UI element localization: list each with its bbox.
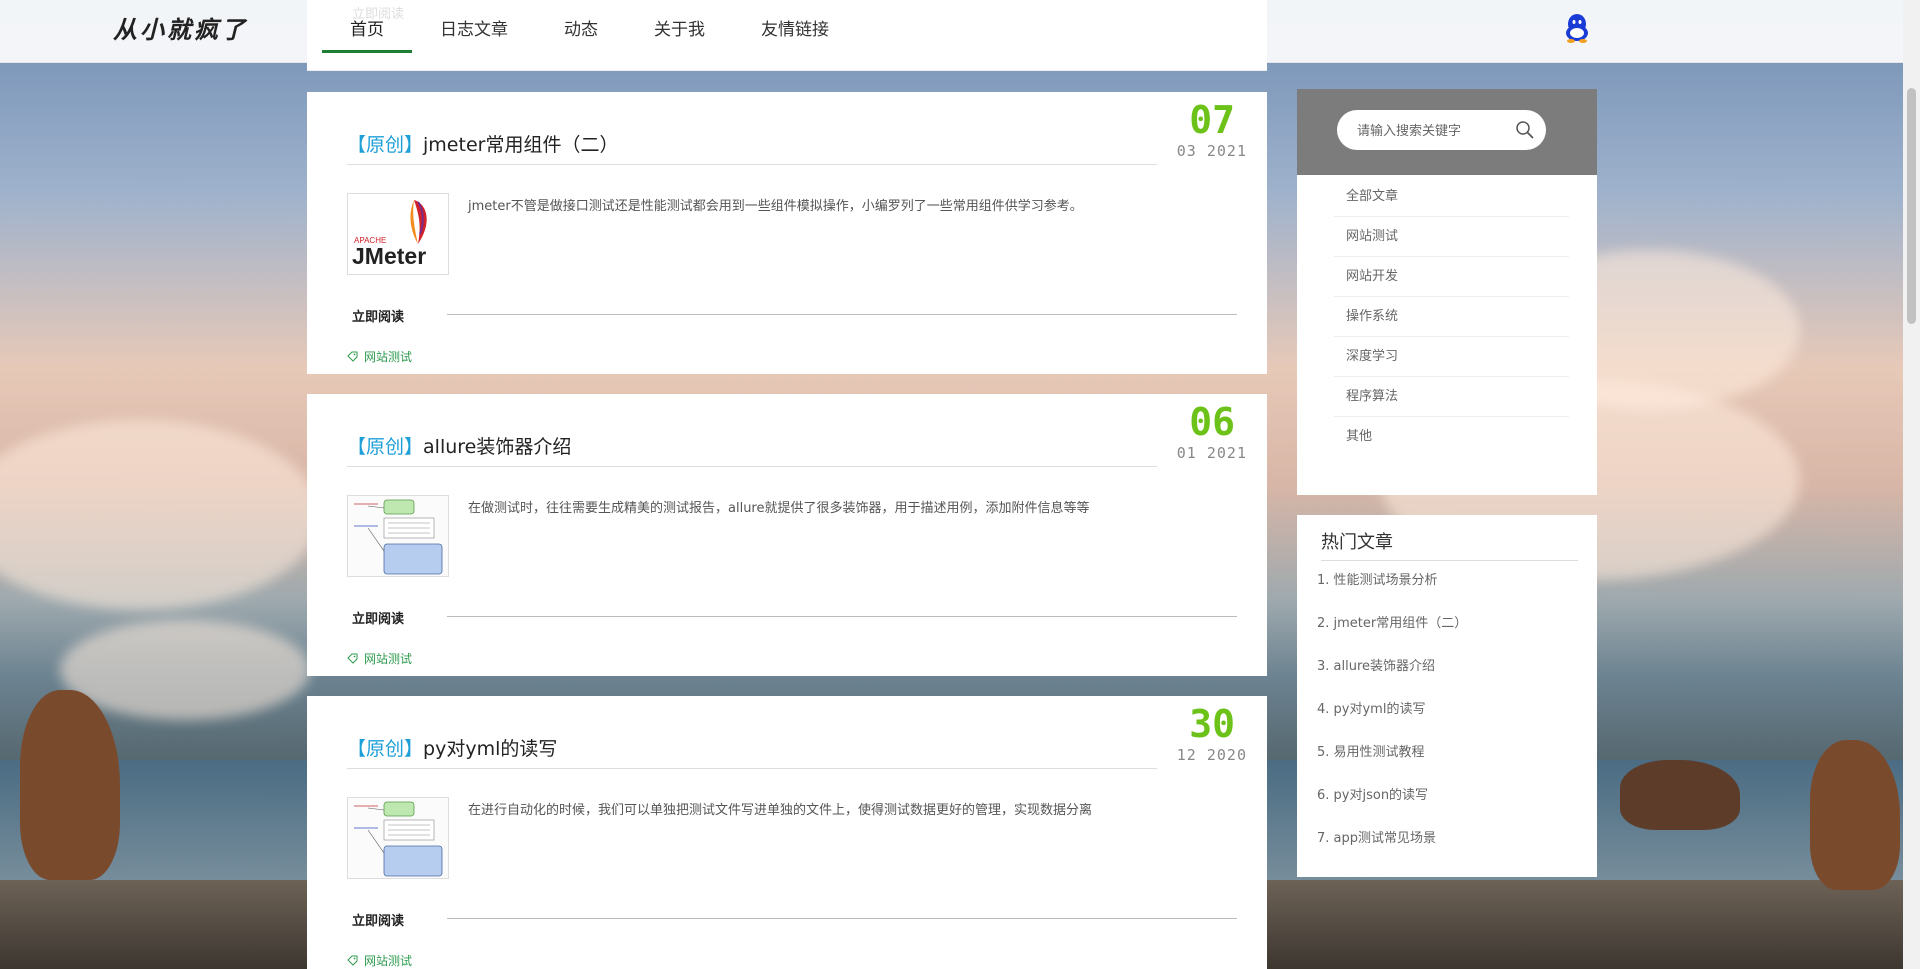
diagram-thumbnail-icon — [348, 798, 448, 878]
nav-item-articles[interactable]: 日志文章 — [412, 0, 536, 53]
post-title[interactable]: 【原创】allure装饰器介绍 — [347, 432, 1157, 467]
page-scrollbar[interactable] — [1903, 0, 1920, 969]
tag-icon — [347, 351, 358, 362]
read-more-link[interactable]: 立即阅读 — [352, 306, 404, 325]
post-category-label[interactable]: 网站测试 — [364, 348, 412, 365]
post-title-text[interactable]: py对yml的读写 — [423, 738, 557, 760]
post-title[interactable]: 【原创】py对yml的读写 — [347, 734, 1157, 769]
post-thumbnail[interactable] — [347, 797, 449, 879]
post-title-text[interactable]: jmeter常用组件（二） — [423, 134, 618, 156]
post-date-day: 06 — [1189, 400, 1235, 444]
main-nav: 立即阅读 首页 日志文章 动态 关于我 友情链接 — [307, 0, 1267, 71]
post-date-month-year: 03 2021 — [1176, 142, 1247, 160]
category-list: 全部文章 网站测试 网站开发 操作系统 深度学习 程序算法 其他 — [1297, 177, 1597, 457]
nav-item-links[interactable]: 友情链接 — [733, 0, 857, 53]
tag-icon — [347, 653, 358, 664]
post-excerpt: 在进行自动化的时候，我们可以单独把测试文件写进单独的文件上，使得测试数据更好的管… — [468, 803, 1093, 818]
diagram-thumbnail-icon — [348, 496, 448, 576]
post-card: 【原创】allure装饰器介绍 06 01 2021 在做测试时，往往需要生成精… — [307, 394, 1267, 676]
jmeter-logo-icon: APACHE JMeter — [352, 200, 427, 269]
post-category-tag[interactable]: 网站测试 — [347, 348, 412, 365]
post-title-text[interactable]: allure装饰器介绍 — [423, 436, 571, 458]
post-card: 【原创】jmeter常用组件（二） 07 03 2021 APACHE JMet… — [307, 92, 1267, 374]
hot-post-item[interactable]: 1. 性能测试场景分析 — [1317, 573, 1467, 616]
site-logo[interactable]: 从小就疯了 — [113, 10, 248, 45]
read-more-link[interactable]: 立即阅读 — [352, 608, 404, 627]
read-more-link[interactable]: 立即阅读 — [352, 910, 404, 929]
post-category-label[interactable]: 网站测试 — [364, 650, 412, 667]
post-card: 【原创】py对yml的读写 30 12 2020 在进行自动化的时候，我们可以单… — [307, 696, 1267, 969]
hot-post-item[interactable]: 7. app测试常见场景 — [1317, 831, 1467, 874]
hot-post-item[interactable]: 3. allure装饰器介绍 — [1317, 659, 1467, 702]
post-date-day: 30 — [1189, 702, 1235, 746]
post-date-month-year: 01 2021 — [1176, 444, 1247, 462]
category-item-all[interactable]: 全部文章 — [1334, 177, 1569, 217]
search-icon[interactable] — [1515, 120, 1535, 140]
tag-icon — [347, 955, 358, 966]
post-category-tag[interactable]: 网站测试 — [347, 650, 412, 667]
nav-item-home[interactable]: 首页 — [322, 0, 412, 53]
post-excerpt: jmeter不管是做接口测试还是性能测试都会用到一些组件模拟操作，小编罗列了一些… — [468, 199, 1083, 214]
divider — [447, 616, 1237, 617]
post-category-label[interactable]: 网站测试 — [364, 952, 412, 969]
category-item-other[interactable]: 其他 — [1334, 417, 1569, 457]
hot-posts-panel: 热门文章 1. 性能测试场景分析 2. jmeter常用组件（二） 3. all… — [1297, 515, 1597, 877]
original-tag: 【原创】 — [347, 436, 424, 458]
nav-item-feed[interactable]: 动态 — [536, 0, 626, 53]
category-item-web-dev[interactable]: 网站开发 — [1334, 257, 1569, 297]
category-item-algorithms[interactable]: 程序算法 — [1334, 377, 1569, 417]
post-title[interactable]: 【原创】jmeter常用组件（二） — [347, 130, 1157, 165]
post-date-month-year: 12 2020 — [1176, 746, 1247, 764]
hot-posts-list: 1. 性能测试场景分析 2. jmeter常用组件（二） 3. allure装饰… — [1317, 573, 1467, 874]
jmeter-logo-big-text: JMeter — [352, 243, 426, 269]
hot-post-item[interactable]: 2. jmeter常用组件（二） — [1317, 616, 1467, 659]
original-tag: 【原创】 — [347, 738, 424, 760]
qq-icon[interactable] — [1564, 13, 1590, 43]
divider — [447, 314, 1237, 315]
post-date-day: 07 — [1189, 98, 1235, 142]
hot-post-item[interactable]: 4. py对yml的读写 — [1317, 702, 1467, 745]
scrollbar-thumb[interactable] — [1907, 88, 1916, 324]
hot-post-item[interactable]: 6. py对json的读写 — [1317, 788, 1467, 831]
category-item-web-testing[interactable]: 网站测试 — [1334, 217, 1569, 257]
hot-post-item[interactable]: 5. 易用性测试教程 — [1317, 745, 1467, 788]
hot-posts-title: 热门文章 — [1321, 523, 1578, 561]
nav-item-about[interactable]: 关于我 — [626, 0, 733, 53]
original-tag: 【原创】 — [347, 134, 424, 156]
post-thumbnail[interactable]: APACHE JMeter — [347, 193, 449, 275]
divider — [447, 918, 1237, 919]
category-item-os[interactable]: 操作系统 — [1334, 297, 1569, 337]
search-area — [1297, 89, 1597, 175]
category-item-deep-learning[interactable]: 深度学习 — [1334, 337, 1569, 377]
post-category-tag[interactable]: 网站测试 — [347, 952, 412, 969]
sidebar-categories-panel: 全部文章 网站测试 网站开发 操作系统 深度学习 程序算法 其他 — [1297, 89, 1597, 495]
post-excerpt: 在做测试时，往往需要生成精美的测试报告，allure就提供了很多装饰器，用于描述… — [468, 501, 1090, 516]
post-thumbnail[interactable] — [347, 495, 449, 577]
